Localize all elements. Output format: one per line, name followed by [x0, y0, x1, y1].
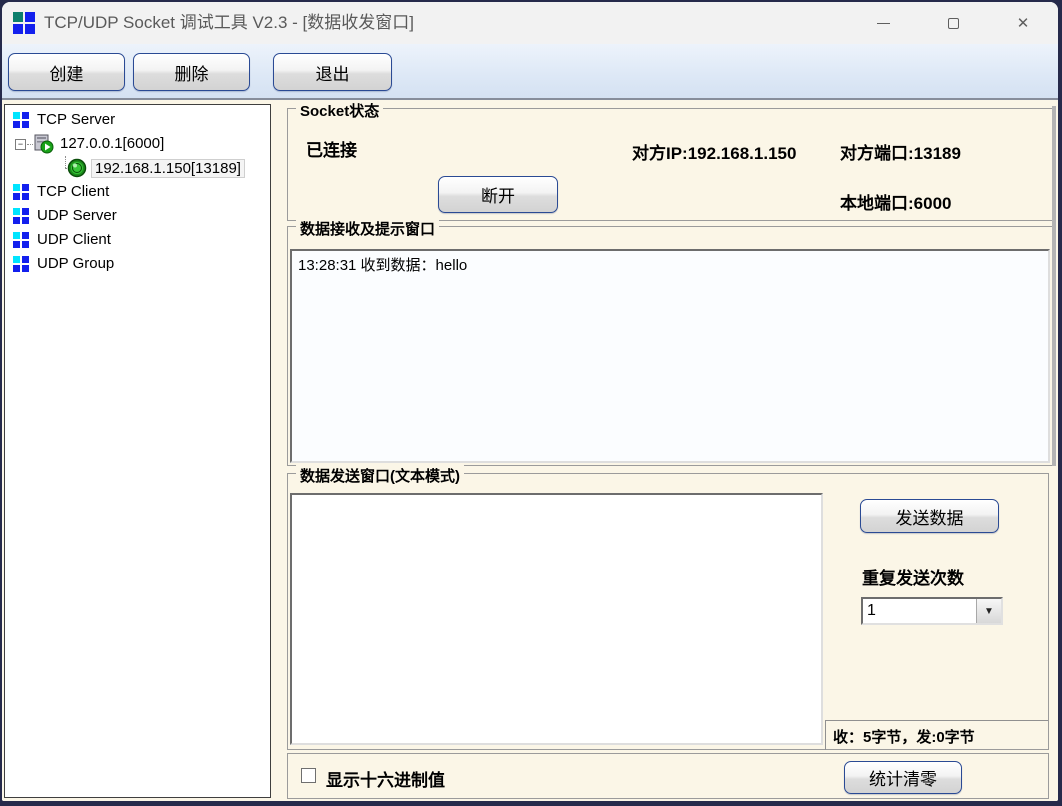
- local-port-value: 本地端口:6000: [840, 189, 951, 214]
- repeat-count-label: 重复发送次数: [862, 564, 964, 589]
- hex-display-label: 显示十六进制值: [326, 766, 445, 791]
- peer-port-value: 对方端口:13189: [840, 139, 961, 164]
- tree-item-client-192[interactable]: 192.168.1.150[13189]: [5, 156, 270, 180]
- tree-item-label: UDP Group: [37, 255, 114, 272]
- window-resize-edge: [1052, 106, 1056, 466]
- server-icon: [33, 134, 55, 154]
- tree-item-udp-server[interactable]: UDP Server: [5, 204, 270, 228]
- disconnect-button[interactable]: 断开: [438, 176, 558, 213]
- minimize-icon: [877, 23, 890, 24]
- repeat-count-combobox[interactable]: 1 ▼: [861, 597, 1003, 625]
- tree-item-label: UDP Server: [37, 207, 117, 224]
- receive-log-line: 13:28:31 收到数据：hello: [298, 257, 467, 274]
- socket-status-group: Socket状态 已连接 对方IP:192.168.1.150 对方端口:131…: [287, 108, 1053, 221]
- repeat-count-value: 1: [863, 599, 976, 623]
- protocol-grid-icon: [13, 112, 29, 128]
- close-button[interactable]: ✕: [988, 2, 1058, 44]
- send-group: 数据发送窗口(文本模式) 发送数据 重复发送次数 1 ▼ 收：5字节，发:0字节: [287, 473, 1049, 750]
- tree-item-label-selected: 192.168.1.150[13189]: [91, 159, 245, 178]
- tree-item-tcp-server[interactable]: TCP Server: [5, 108, 270, 132]
- tree-item-server-127[interactable]: − 127.0.0.1[6000]: [5, 132, 270, 156]
- clear-stats-button[interactable]: 统计清零: [844, 761, 962, 794]
- connection-state: 已连接: [306, 136, 357, 161]
- exit-button[interactable]: 退出: [273, 53, 392, 91]
- hex-display-checkbox[interactable]: [301, 768, 316, 783]
- collapse-expander-icon[interactable]: −: [15, 139, 26, 150]
- close-icon: ✕: [1017, 16, 1030, 31]
- receive-group-title: 数据接收及提示窗口: [296, 218, 439, 239]
- protocol-grid-icon: [13, 184, 29, 200]
- receive-log-area[interactable]: 13:28:31 收到数据：hello: [290, 249, 1050, 463]
- titlebar: TCP/UDP Socket 调试工具 V2.3 - [数据收发窗口] ✕: [2, 2, 1058, 44]
- tree-item-label: UDP Client: [37, 231, 111, 248]
- tree-item-label: TCP Client: [37, 183, 109, 200]
- tree-item-label: TCP Server: [37, 111, 115, 128]
- tree-item-udp-group[interactable]: UDP Group: [5, 252, 270, 276]
- app-logo-icon: [13, 12, 35, 34]
- options-bar: 显示十六进制值 统计清零: [287, 753, 1049, 799]
- tree-item-tcp-client[interactable]: TCP Client: [5, 180, 270, 204]
- protocol-grid-icon: [13, 256, 29, 272]
- delete-button[interactable]: 删除: [133, 53, 250, 91]
- window-title: TCP/UDP Socket 调试工具 V2.3 - [数据收发窗口]: [44, 2, 414, 44]
- connection-tree: TCP Server − 127.0.0.1[6000]: [4, 104, 271, 798]
- send-group-title: 数据发送窗口(文本模式): [296, 465, 464, 486]
- tree-item-udp-client[interactable]: UDP Client: [5, 228, 270, 252]
- main-area: TCP Server − 127.0.0.1[6000]: [2, 102, 1058, 801]
- session-panel: Socket状态 已连接 对方IP:192.168.1.150 对方端口:131…: [283, 102, 1058, 801]
- create-button[interactable]: 创建: [8, 53, 125, 91]
- protocol-grid-icon: [13, 208, 29, 224]
- maximize-icon: [948, 18, 959, 29]
- byte-stats: 收：5字节，发:0字节: [825, 720, 1048, 750]
- protocol-grid-icon: [13, 232, 29, 248]
- peer-ip-value: 对方IP:192.168.1.150: [632, 139, 796, 164]
- maximize-button[interactable]: [918, 2, 988, 44]
- receive-group: 数据接收及提示窗口 13:28:31 收到数据：hello: [287, 226, 1053, 466]
- toolbar: 创建 删除 退出: [2, 44, 1058, 100]
- connection-ball-icon: [67, 158, 87, 178]
- tree-item-label: 127.0.0.1[6000]: [60, 135, 164, 152]
- minimize-button[interactable]: [848, 2, 918, 44]
- app-window: TCP/UDP Socket 调试工具 V2.3 - [数据收发窗口] ✕ 创建…: [2, 2, 1058, 801]
- send-data-button[interactable]: 发送数据: [860, 499, 999, 533]
- send-input-area[interactable]: [290, 493, 823, 745]
- socket-status-group-title: Socket状态: [296, 100, 383, 121]
- chevron-down-icon[interactable]: ▼: [976, 599, 1001, 623]
